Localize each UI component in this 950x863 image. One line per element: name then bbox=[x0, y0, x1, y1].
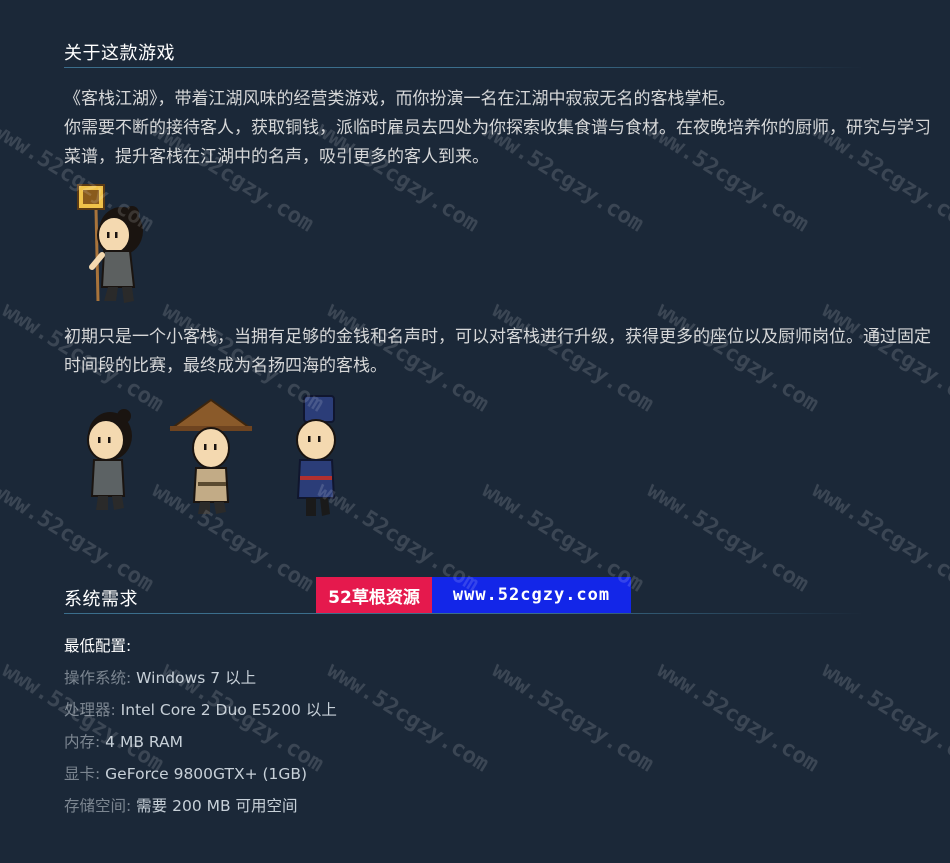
sysreq-label: 存储空间: bbox=[64, 797, 132, 815]
watermark-text: www.52cgzy.com bbox=[652, 657, 823, 778]
sysreq-value: Windows 7 以上 bbox=[136, 669, 257, 687]
sysreq-row-os: 操作系统: Windows 7 以上 bbox=[64, 662, 337, 694]
sysreq-section-title: 系统需求 bbox=[64, 589, 138, 610]
sysreq-section-divider bbox=[64, 613, 864, 614]
watermark-text: www.52cgzy.com bbox=[817, 657, 950, 778]
sysreq-row-storage: 存储空间: 需要 200 MB 可用空间 bbox=[64, 790, 337, 822]
sysreq-row-gpu: 显卡: GeForce 9800GTX+ (1GB) bbox=[64, 758, 337, 790]
about-paragraph-1-line-1: 《客栈江湖》，带着江湖风味的经营类游戏，而你扮演一名在江湖中寂寂无名的客栈掌柜。 bbox=[64, 89, 736, 109]
about-section-divider bbox=[64, 67, 864, 68]
about-paragraph-2: 初期只是一个小客栈，当拥有足够的金钱和名声时，可以对客栈进行升级，获得更多的座位… bbox=[64, 323, 932, 381]
sysreq-min-label: 最低配置: bbox=[64, 637, 132, 655]
sysreq-list: 最低配置: 操作系统: Windows 7 以上 处理器: Intel Core… bbox=[64, 630, 337, 822]
sysreq-label: 内存: bbox=[64, 733, 101, 751]
about-section-title: 关于这款游戏 bbox=[64, 43, 175, 64]
watermark-banner: 52草根资源 www.52cgzy.com bbox=[316, 577, 631, 613]
sysreq-label: 处理器: bbox=[64, 701, 116, 719]
sysreq-value: 需要 200 MB 可用空间 bbox=[136, 797, 298, 815]
sysreq-row-cpu: 处理器: Intel Core 2 Duo E5200 以上 bbox=[64, 694, 337, 726]
watermark-text: www.52cgzy.com bbox=[642, 477, 813, 598]
character-sprite-servant bbox=[87, 409, 132, 510]
sysreq-value: GeForce 9800GTX+ (1GB) bbox=[105, 765, 308, 783]
sysreq-label: 显卡: bbox=[64, 765, 101, 783]
watermark-banner-brand: 52草根资源 bbox=[316, 577, 432, 613]
sysreq-value: 4 MB RAM bbox=[105, 733, 184, 751]
watermark-text: www.52cgzy.com bbox=[487, 657, 658, 778]
watermark-text: www.52cgzy.com bbox=[322, 657, 493, 778]
character-sprite-sign-bearer bbox=[77, 184, 143, 303]
about-paragraph-1-line-2: 你需要不断的接待客人，获取铜钱，派临时雇员去四处为你探索收集食谱与食材。在夜晚培… bbox=[64, 118, 931, 167]
about-paragraph-2-text: 初期只是一个小客栈，当拥有足够的金钱和名声时，可以对客栈进行升级，获得更多的座位… bbox=[64, 327, 931, 376]
watermark-text: www.52cgzy.com bbox=[807, 477, 950, 598]
watermark-banner-url: www.52cgzy.com bbox=[432, 577, 631, 613]
sysreq-value: Intel Core 2 Duo E5200 以上 bbox=[120, 701, 337, 719]
sysreq-row-memory: 内存: 4 MB RAM bbox=[64, 726, 337, 758]
about-paragraph-1: 《客栈江湖》，带着江湖风味的经营类游戏，而你扮演一名在江湖中寂寂无名的客栈掌柜。… bbox=[64, 85, 932, 172]
character-sprite-official bbox=[296, 395, 336, 516]
character-sprite-hat-traveler bbox=[168, 398, 254, 514]
sysreq-label: 操作系统: bbox=[64, 669, 132, 687]
